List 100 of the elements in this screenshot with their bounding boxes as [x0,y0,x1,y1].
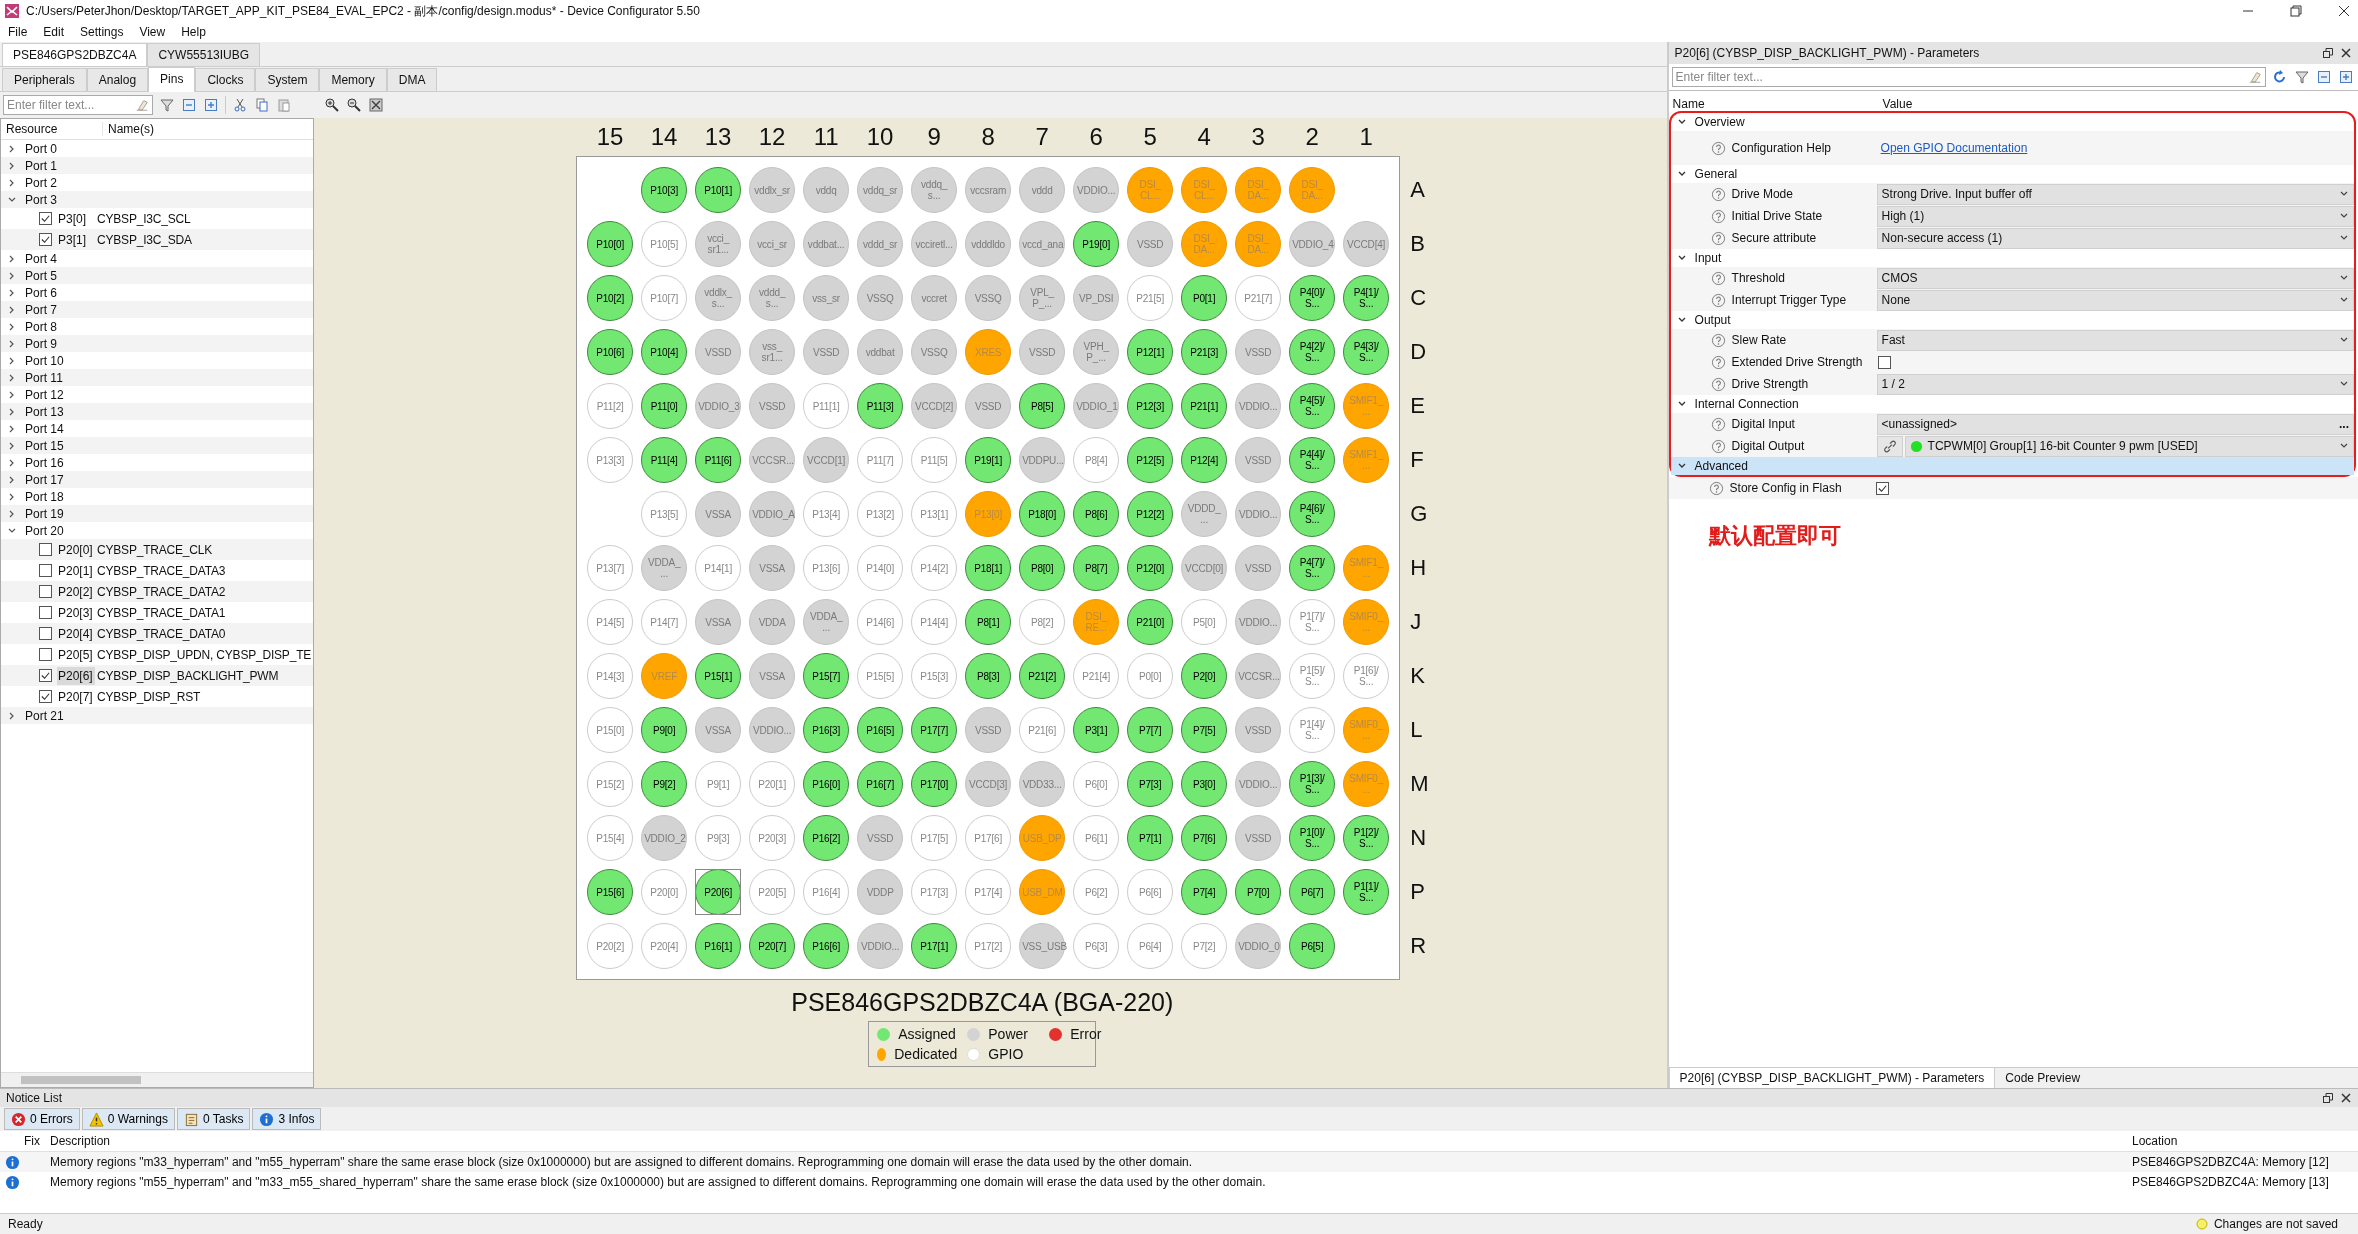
fit-icon[interactable] [368,97,384,113]
pin[interactable]: P1[3]/ S... [1289,761,1336,807]
pin[interactable]: VDDIO... [1235,383,1282,429]
pin[interactable]: P18[1] [965,545,1012,591]
menu-item[interactable]: View [139,25,166,39]
refresh-icon[interactable] [2272,69,2288,85]
pin[interactable]: VDDIO_4 [1289,221,1336,267]
pin-label[interactable]: P20[4] [57,624,95,643]
pin[interactable]: P9[0] [641,707,688,753]
menu-item[interactable]: Settings [80,25,124,39]
device-tab[interactable]: PSE846GPS2DBZC4A [2,43,148,66]
pin[interactable]: P13[3] [587,437,634,483]
close-icon[interactable] [2340,1092,2352,1104]
notice-filter-button[interactable]: 0 Errors [4,1108,80,1130]
pin[interactable]: vddlx_ s... [695,275,742,321]
filter-field[interactable]: Enter filter text... [3,95,153,115]
pin[interactable]: VCCD[4] [1343,221,1390,267]
pin[interactable]: P7[4] [1181,869,1228,915]
pin[interactable]: VSSD [1235,545,1282,591]
pin[interactable]: P1[5]/ S... [1289,653,1336,699]
pin[interactable]: VSSD [965,707,1012,753]
pin[interactable]: P13[4] [803,491,850,537]
pin[interactable]: vccsram [965,167,1012,213]
float-icon[interactable] [2322,1092,2334,1104]
pin[interactable]: VDDA [749,599,796,645]
tree-item[interactable]: Port 8 [25,319,57,334]
pin[interactable]: P4[2]/ S... [1289,329,1336,375]
pin[interactable]: VDDIO... [1235,599,1282,645]
pin-label[interactable]: P20[0] [57,540,95,559]
pin[interactable]: P19[0] [1073,221,1120,267]
notice-filter-button[interactable]: 3 Infos [252,1108,322,1130]
link-icon[interactable] [1876,435,1903,457]
view-tab[interactable]: Peripherals [2,68,87,91]
pin[interactable]: P13[2] [857,491,904,537]
checkbox[interactable] [39,690,52,703]
pin[interactable]: P14[2] [911,545,958,591]
tree-item[interactable]: Port 16 [25,455,64,470]
pin[interactable]: VP_DSI [1073,275,1120,321]
pin[interactable]: P7[6] [1181,815,1228,861]
pin[interactable]: VDDIO_A [749,491,796,537]
pin[interactable]: P2[0] [1181,653,1228,699]
column-header[interactable]: Fix [24,1134,50,1148]
pin[interactable]: VDDIO_3 [695,383,742,429]
pin[interactable]: P15[1] [695,653,742,699]
pin[interactable]: P13[7] [587,545,634,591]
pin[interactable]: P0[1] [1181,275,1228,321]
dropdown[interactable]: Non-secure access (1) [1876,227,2354,249]
pin[interactable]: P8[6] [1073,491,1120,537]
pin[interactable]: P1[7]/ S... [1289,599,1336,645]
expand-all-icon[interactable] [2338,69,2354,85]
pin[interactable]: P7[0] [1235,869,1282,915]
dropdown[interactable]: None [1876,289,2354,311]
checkbox[interactable] [39,543,52,556]
pin[interactable]: P21[4] [1073,653,1120,699]
float-icon[interactable] [2322,47,2334,59]
pin[interactable]: P6[3] [1073,923,1120,969]
pin[interactable]: VCCD[1] [803,437,850,483]
pin[interactable]: P14[7] [641,599,688,645]
pin[interactable]: vddd_ s... [749,275,796,321]
pin[interactable]: P8[5] [1019,383,1066,429]
pin[interactable]: P21[3] [1181,329,1228,375]
pin[interactable]: P8[0] [1019,545,1066,591]
pin[interactable]: P16[7] [857,761,904,807]
pin[interactable]: P7[3] [1127,761,1174,807]
tree-item[interactable]: Port 2 [25,175,57,190]
pin[interactable]: P6[7] [1289,869,1336,915]
pin[interactable]: P14[0] [857,545,904,591]
pin[interactable]: P17[0] [911,761,958,807]
pin[interactable]: P21[5] [1127,275,1174,321]
pin[interactable]: P1[0]/ S... [1289,815,1336,861]
pin-label[interactable]: P20[7] [57,687,95,706]
pin[interactable]: P20[4] [641,923,688,969]
checkbox[interactable] [39,669,52,682]
pin[interactable]: P16[3] [803,707,850,753]
pin[interactable]: VSSD [1019,329,1066,375]
menu-item[interactable]: File [8,25,28,39]
pin[interactable]: VSSA [695,491,742,537]
help-icon[interactable] [1710,186,1726,202]
pin[interactable]: VDDIO... [857,923,904,969]
pin[interactable]: P6[5] [1289,923,1336,969]
pin-label[interactable]: P20[6] [57,666,95,685]
pin[interactable]: VDDIO... [1073,167,1120,213]
pin[interactable]: vccd_ana [1019,221,1066,267]
pin[interactable]: P14[4] [911,599,958,645]
pin[interactable]: P21[7] [1235,275,1282,321]
pin[interactable]: P15[2] [587,761,634,807]
pin[interactable]: VDDP [857,869,904,915]
pin[interactable]: P10[3] [641,167,688,213]
pin[interactable]: P3[1] [1073,707,1120,753]
horizontal-scrollbar[interactable] [1,1072,313,1087]
column-header[interactable]: Name(s) [103,122,154,136]
pin[interactable]: VDDIO_2 [641,815,688,861]
pin[interactable]: P11[5] [911,437,958,483]
pin[interactable]: P15[6] [587,869,634,915]
pin[interactable]: P13[1] [911,491,958,537]
pin[interactable]: P9[3] [695,815,742,861]
pin[interactable]: P10[5] [641,221,688,267]
help-icon[interactable] [1710,292,1726,308]
pin[interactable]: P7[7] [1127,707,1174,753]
pin[interactable]: P11[0] [641,383,688,429]
